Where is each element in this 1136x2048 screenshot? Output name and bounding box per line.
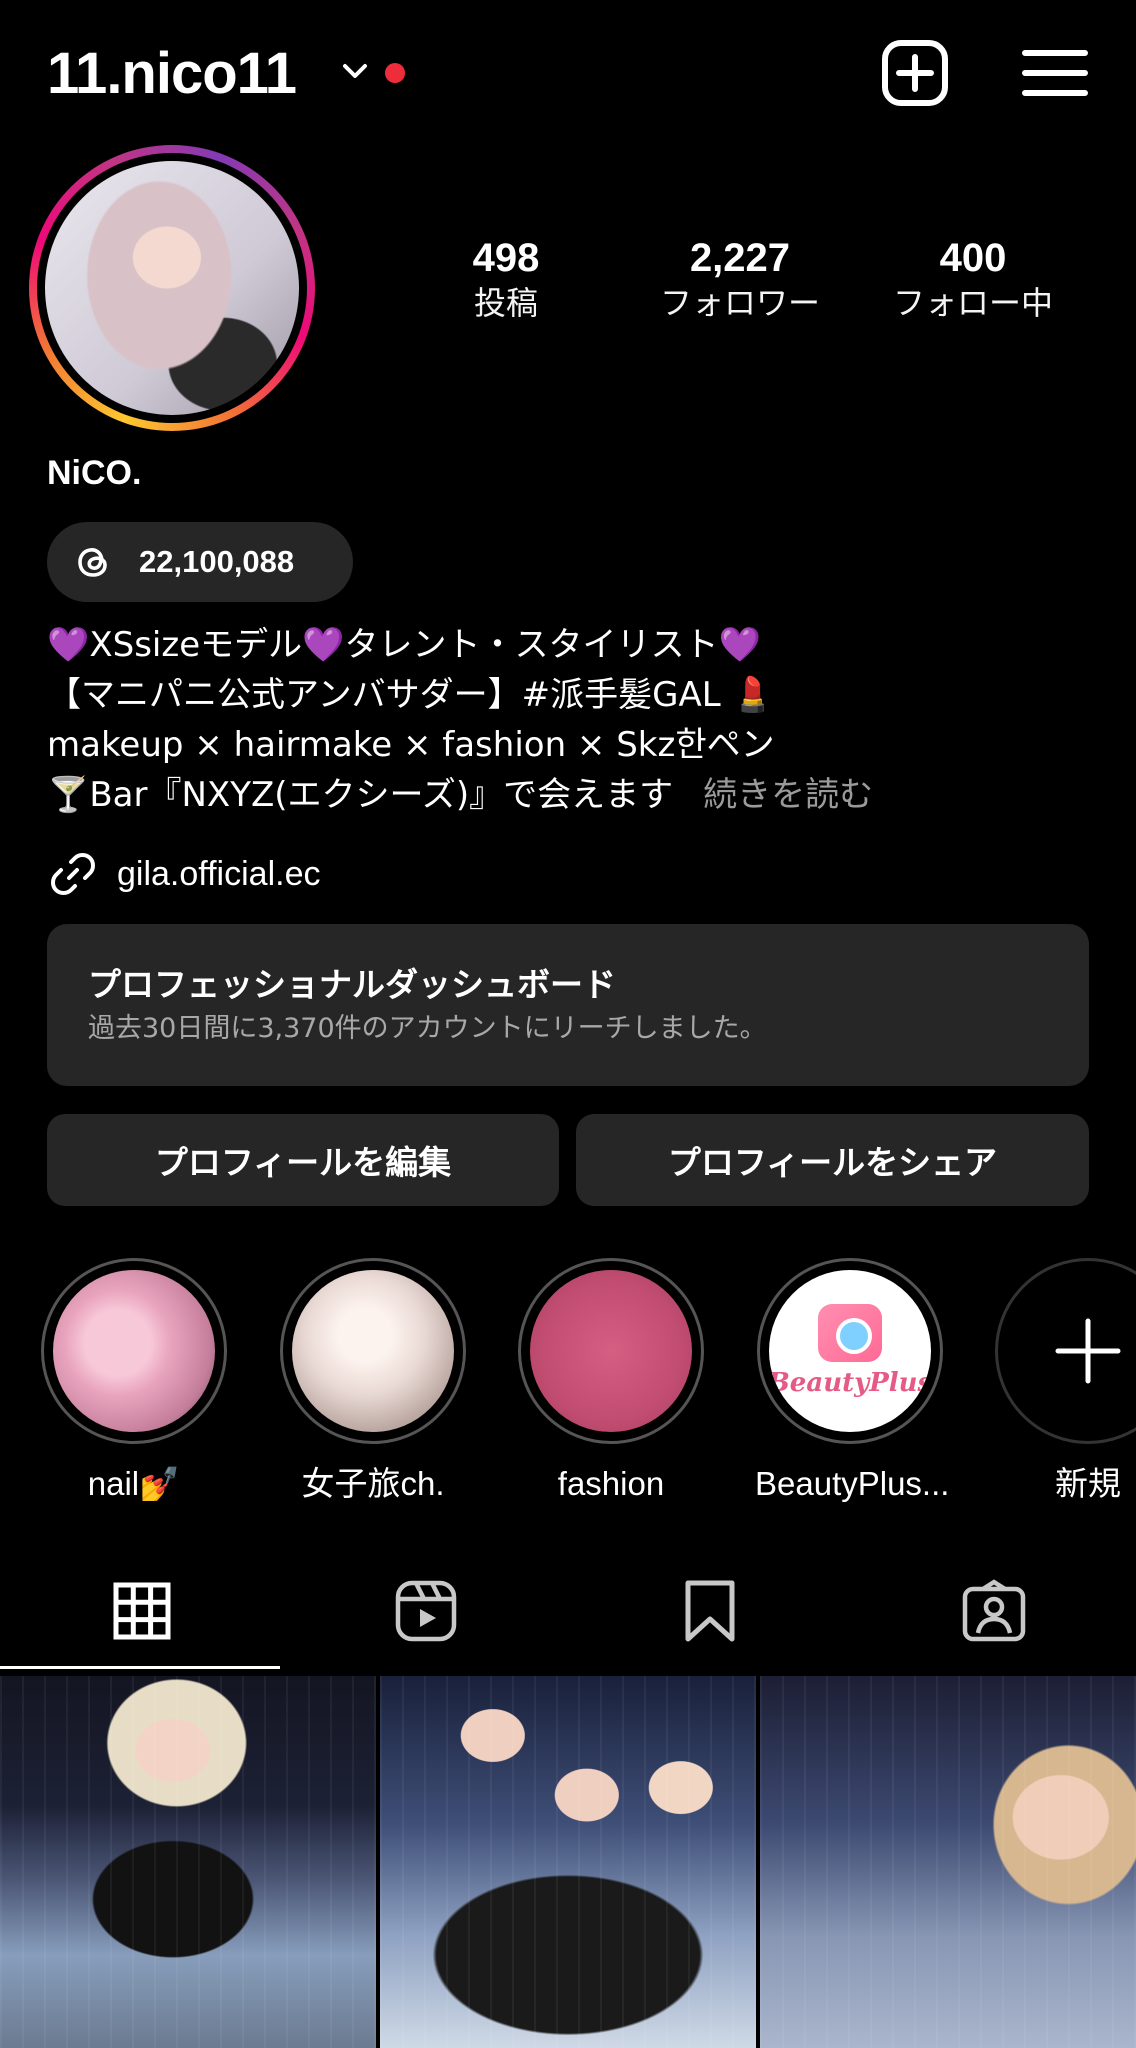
highlight-cover — [530, 1270, 692, 1432]
link-icon — [51, 853, 95, 895]
stat-following-label: フォロー中 — [892, 284, 1053, 322]
purple-heart-emoji: 💜 — [47, 625, 90, 665]
post-overlay — [380, 1676, 756, 2048]
profile-link[interactable]: gila.official.ec — [47, 846, 321, 902]
highlight-ring — [995, 1258, 1136, 1444]
beautyplus-logo-text: BeautyPlus — [769, 1368, 931, 1398]
stat-followers-count: 2,227 — [689, 236, 791, 280]
read-more-link[interactable]: 続きを読む — [703, 775, 873, 815]
highlight-ring: BeautyPlus — [757, 1258, 943, 1444]
highlight-trip[interactable]: 女子旅ch. — [278, 1258, 468, 1506]
tab-grid[interactable] — [0, 1556, 284, 1666]
post-thumbnail[interactable] — [760, 1676, 1136, 2048]
share-profile-button[interactable]: プロフィールをシェア — [576, 1114, 1089, 1206]
bio-text: 🍸Bar『NXYZ(エクシーズ)』で会えます — [47, 775, 674, 815]
highlight-label: BeautyPlus... — [755, 1465, 950, 1502]
stat-followers-label: フォロワー — [659, 284, 820, 322]
highlight-label: 女子旅ch. — [301, 1465, 445, 1502]
highlight-label: fashion — [557, 1465, 665, 1502]
highlight-ring — [518, 1258, 704, 1444]
tab-tagged[interactable] — [852, 1556, 1136, 1666]
dashboard-subtitle: 過去30日間に3,370件のアカウントにリーチしました。 — [88, 1013, 767, 1044]
tab-saved[interactable] — [568, 1556, 852, 1666]
stat-posts[interactable]: 498 投稿 — [406, 234, 606, 324]
highlight-new[interactable]: 新規 — [993, 1258, 1136, 1506]
highlight-ring — [41, 1258, 227, 1444]
highlight-label: nail💅 — [87, 1465, 181, 1502]
highlight-nail[interactable]: nail💅 — [39, 1258, 229, 1506]
highlight-beautyplus[interactable]: BeautyPlus BeautyPlus... — [755, 1258, 950, 1506]
plus-icon — [1055, 1318, 1121, 1384]
professional-dashboard-card[interactable]: プロフェッショナルダッシュボード 過去30日間に3,370件のアカウントにリーチ… — [47, 924, 1089, 1086]
tagged-person-icon — [962, 1579, 1026, 1642]
highlight-ring — [280, 1258, 466, 1444]
edit-profile-button[interactable]: プロフィールを編集 — [47, 1114, 559, 1206]
purple-heart-emoji: 💜 — [718, 625, 761, 665]
active-tab-indicator — [0, 1666, 280, 1669]
tab-reels[interactable] — [284, 1556, 568, 1666]
highlight-cover — [292, 1270, 454, 1432]
stat-following[interactable]: 400 フォロー中 — [873, 234, 1073, 324]
avatar-photo — [45, 161, 299, 415]
highlight-label: 新規 — [1055, 1465, 1121, 1502]
stat-posts-label: 投稿 — [473, 284, 538, 322]
stat-followers[interactable]: 2,227 フォロワー — [640, 234, 840, 324]
bio-line-2: 【マニパニ公式アンバサダー】#派手髪GAL 💄 — [47, 675, 774, 715]
stat-posts-count: 498 — [472, 236, 540, 280]
grid-icon — [113, 1582, 171, 1640]
post-thumbnail[interactable] — [0, 1676, 376, 2048]
threads-icon — [78, 548, 107, 577]
bio-text: タレント・スタイリスト — [344, 625, 719, 665]
link-text[interactable]: gila.official.ec — [117, 855, 321, 894]
profile-username[interactable]: 11.nico11 — [47, 38, 297, 110]
avatar-border — [37, 153, 307, 423]
camera-app-icon — [818, 1304, 882, 1362]
bio-line-4: 🍸Bar『NXYZ(エクシーズ)』で会えます 続きを読む — [47, 770, 1107, 820]
highlight-cover — [53, 1270, 215, 1432]
display-name: NiCO. — [47, 454, 142, 492]
hamburger-menu-icon[interactable] — [1020, 45, 1090, 101]
purple-heart-emoji: 💜 — [302, 625, 345, 665]
stat-following-count: 400 — [939, 236, 1007, 280]
highlight-cover: BeautyPlus — [769, 1270, 931, 1432]
bio-text: XSsizeモデル — [89, 625, 303, 665]
plus-square-icon[interactable] — [880, 38, 950, 108]
bio-line-3: makeup × hairmake × fashion × Skz한ペン — [47, 725, 775, 765]
highlight-fashion[interactable]: fashion — [516, 1258, 706, 1506]
reels-icon — [395, 1580, 457, 1642]
bookmark-icon — [685, 1580, 735, 1642]
post-thumbnail[interactable] — [380, 1676, 756, 2048]
notification-dot — [385, 63, 405, 83]
post-overlay — [0, 1676, 376, 2048]
chevron-down-icon[interactable] — [340, 56, 370, 86]
bio-line-1: 💜XSsizeモデル💜タレント・スタイリスト💜 — [47, 620, 1107, 670]
post-overlay — [760, 1676, 1136, 2048]
profile-bio: 💜XSsizeモデル💜タレント・スタイリスト💜 【マニパニ公式アンバサダー】#派… — [47, 620, 1107, 820]
threads-badge[interactable]: 22,100,088 — [47, 522, 353, 602]
dashboard-title: プロフェッショナルダッシュボード — [88, 965, 616, 1004]
avatar[interactable] — [29, 145, 315, 431]
threads-follower-count: 22,100,088 — [139, 544, 295, 579]
